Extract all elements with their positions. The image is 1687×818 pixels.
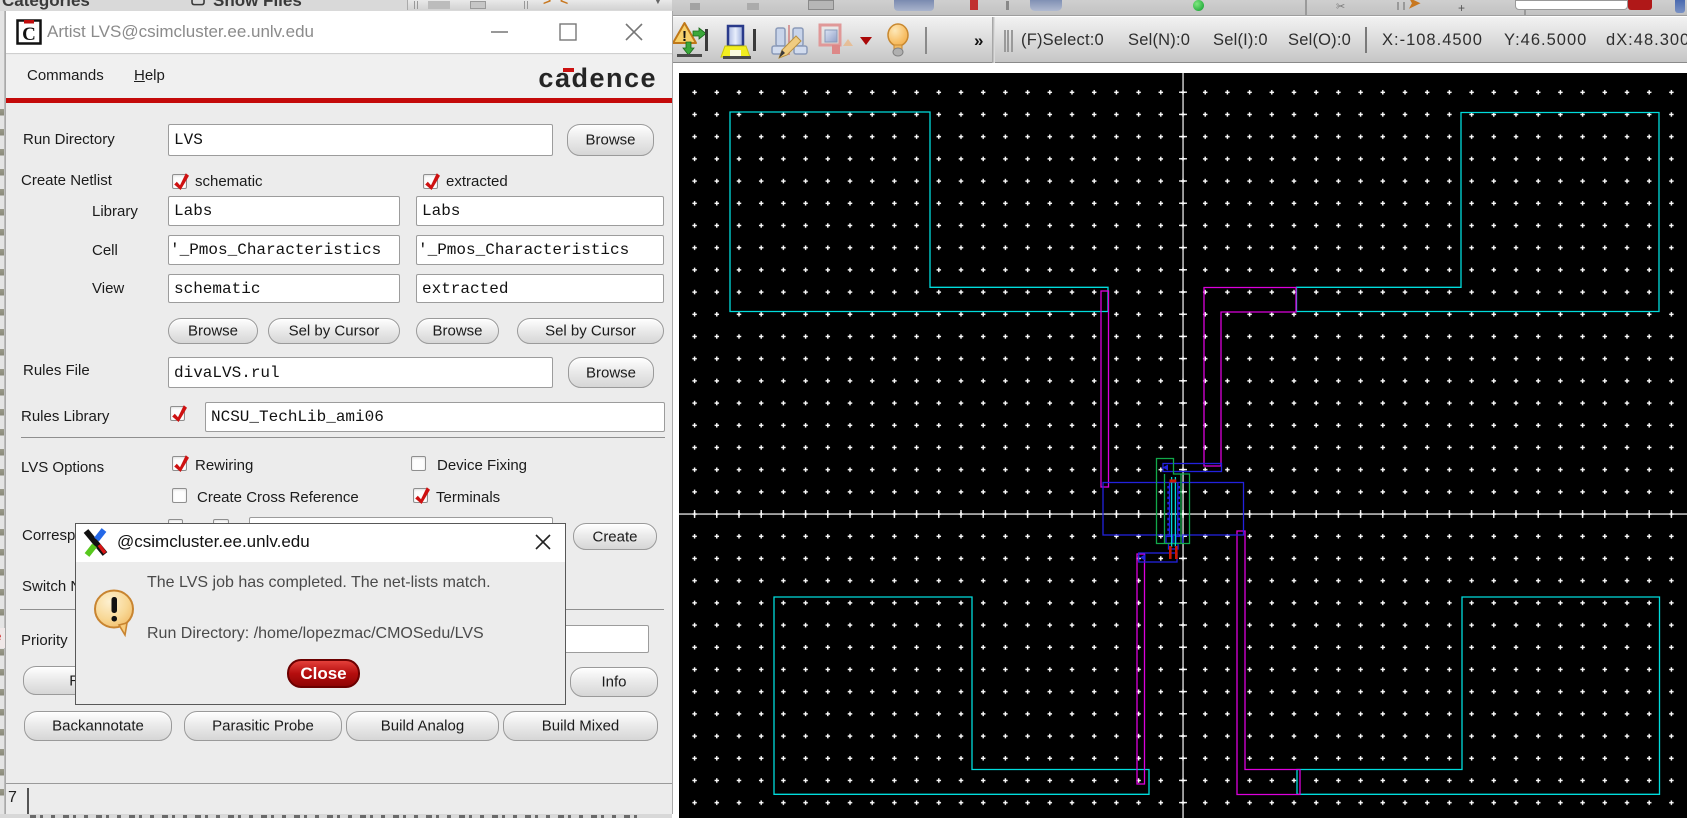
svg-text:»: » [974, 31, 983, 50]
svg-text:C: C [22, 24, 36, 45]
